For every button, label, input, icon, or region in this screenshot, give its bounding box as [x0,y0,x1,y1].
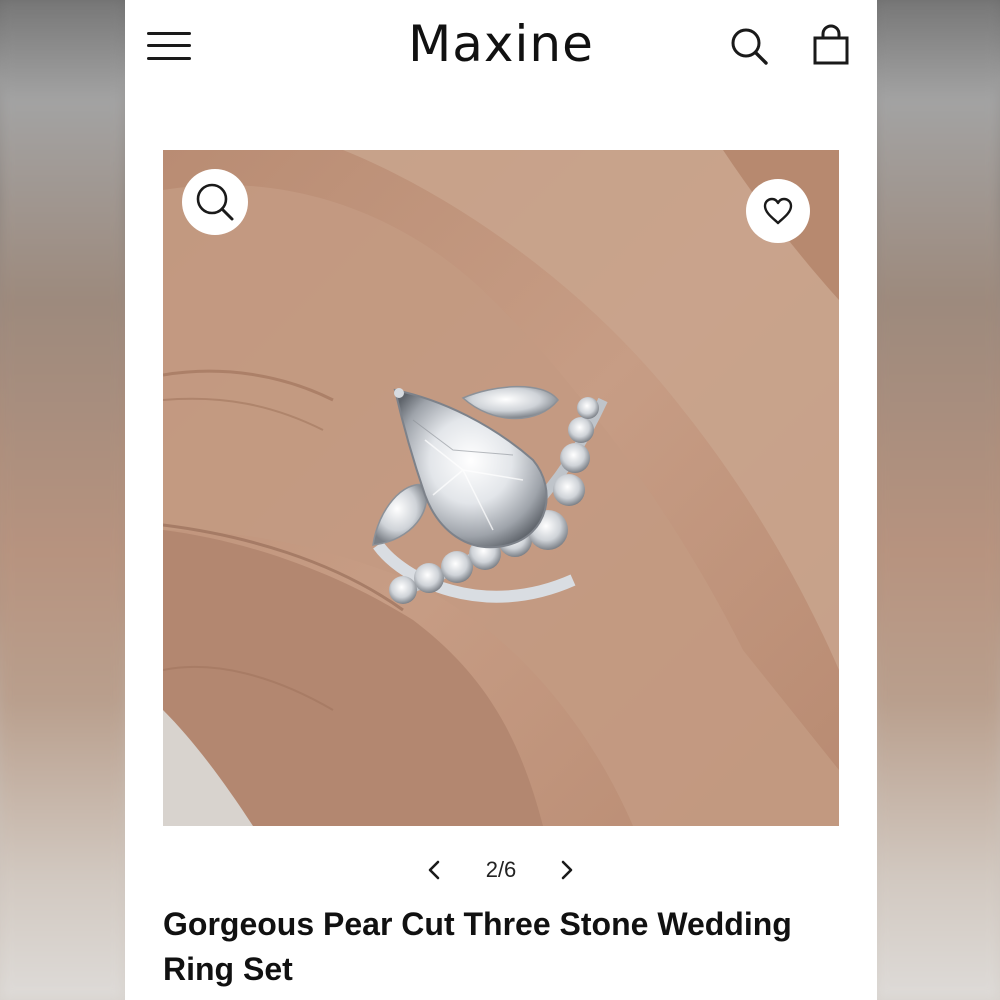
image-counter: 2/6 [485,857,517,882]
background-blur-left [0,0,125,1000]
brand-logo[interactable]: Maxine [365,14,637,74]
search-button[interactable] [727,24,771,68]
magnifier-icon [196,183,234,221]
product-title: Gorgeous Pear Cut Three Stone Wedding Ri… [163,906,792,987]
product-image-gallery[interactable] [163,150,839,826]
chevron-right-icon [561,860,573,880]
image-pager: 2/6 [125,848,877,892]
background-blur-right [875,0,1000,1000]
zoom-button[interactable] [182,169,248,235]
product-photo [163,150,839,826]
product-page: Maxine 2/6 Gorgeous Pear Cut Three Stone… [125,0,877,1000]
site-header: Maxine [125,0,877,95]
menu-line [147,57,191,60]
menu-line [147,44,191,47]
chevron-left-icon [428,860,440,880]
next-image-button[interactable] [552,856,580,884]
wishlist-button[interactable] [746,179,810,243]
heart-icon [763,197,793,225]
search-icon [731,28,768,65]
menu-line [147,32,191,35]
previous-image-button[interactable] [421,856,449,884]
cart-button[interactable] [809,24,853,68]
menu-button[interactable] [147,28,193,64]
shopping-bag-icon [813,24,849,65]
